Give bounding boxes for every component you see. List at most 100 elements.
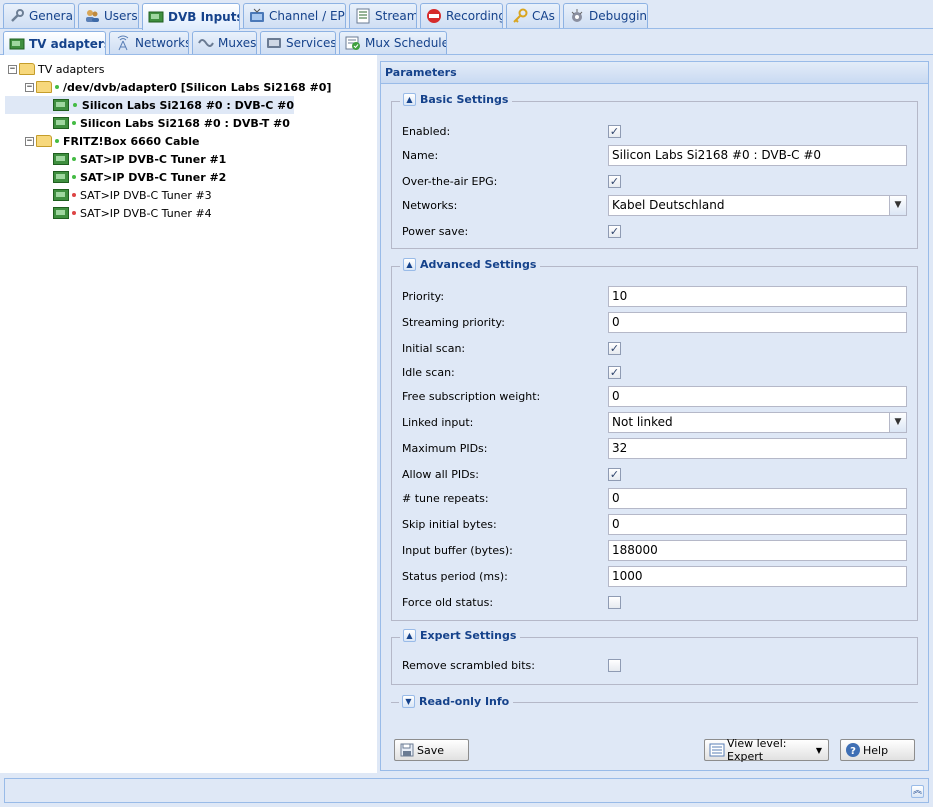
row-force-old-status: Force old status: — [402, 591, 907, 613]
tab-services[interactable]: Services — [260, 31, 336, 54]
row-power-save: Power save: ✓ — [402, 220, 907, 242]
field-label: Input buffer (bytes): — [402, 543, 513, 557]
linked-input-select[interactable]: Not linked ▼ — [608, 411, 907, 433]
status-dot-icon — [55, 85, 59, 89]
tab-mux-schedulers[interactable]: Mux Schedulers — [339, 31, 447, 54]
tab-label: Stream — [375, 9, 417, 23]
tab-tv-adapters[interactable]: TV adapters — [3, 31, 106, 55]
help-icon: ? — [846, 743, 860, 757]
main-tab-bar: General Users DVB Inputs Channel / EPG S… — [0, 0, 933, 30]
tree-node-satip1[interactable]: SAT>IP DVB-C Tuner #1 — [53, 150, 226, 168]
enabled-checkbox[interactable]: ✓ — [608, 124, 621, 138]
tree-node-adapter0[interactable]: − /dev/dvb/adapter0 [Silicon Labs Si2168… — [25, 78, 331, 96]
save-button[interactable]: Save — [394, 739, 469, 761]
status-dot-icon — [55, 139, 59, 143]
input-buffer-input[interactable]: 188000 — [608, 539, 907, 561]
tab-stream[interactable]: Stream — [349, 3, 417, 28]
row-linked-input: Linked input: Not linked ▼ — [402, 411, 907, 433]
collapse-up-icon[interactable]: ▲ — [403, 258, 416, 271]
tab-label: Services — [286, 36, 336, 50]
status-dot-icon — [72, 211, 76, 215]
row-initial-scan: Initial scan: ✓ — [402, 337, 907, 359]
tab-debugging[interactable]: Debugging — [563, 3, 648, 28]
tab-dvb-inputs[interactable]: DVB Inputs — [142, 3, 240, 30]
collapse-toggle-icon[interactable]: − — [25, 82, 34, 92]
field-label: Name: — [402, 148, 439, 162]
tv-card-icon — [53, 153, 69, 165]
status-dot-icon — [72, 121, 76, 125]
tab-users[interactable]: Users — [78, 3, 139, 28]
power-save-checkbox[interactable]: ✓ — [608, 224, 621, 238]
row-networks: Networks: Kabel Deutschland ▼ — [402, 194, 907, 216]
panel-title: Parameters — [381, 62, 928, 84]
force-old-status-checkbox[interactable] — [608, 595, 621, 609]
allow-all-pids-checkbox[interactable]: ✓ — [608, 467, 621, 481]
tree-root[interactable]: − TV adapters — [8, 60, 105, 78]
tree-node-dvbc0[interactable]: Silicon Labs Si2168 #0 : DVB-C #0 — [5, 96, 294, 114]
help-button[interactable]: ? Help — [840, 739, 915, 761]
tab-general[interactable]: General — [3, 3, 75, 28]
row-idle-scan: Idle scan: ✓ — [402, 361, 907, 383]
rec-icon — [427, 9, 441, 23]
select-value: Kabel Deutschland — [612, 198, 725, 212]
adapter-tree: − TV adapters − /dev/dvb/adapter0 [Silic… — [0, 55, 377, 773]
tab-channel-epg[interactable]: Channel / EPG — [243, 3, 346, 28]
tab-label: Mux Schedulers — [365, 36, 446, 50]
legend-label: Advanced Settings — [420, 258, 537, 271]
row-allow-all-pids: Allow all PIDs: ✓ — [402, 463, 907, 485]
tab-label: TV adapters — [29, 36, 106, 51]
users-icon — [86, 10, 99, 22]
view-list-icon — [709, 743, 725, 757]
status-period-input[interactable]: 1000 — [608, 565, 907, 587]
tree-node-fritzbox[interactable]: − FRITZ!Box 6660 Cable — [25, 132, 200, 150]
tree-node-satip4[interactable]: SAT>IP DVB-C Tuner #4 — [53, 204, 212, 222]
priority-input[interactable]: 10 — [608, 285, 907, 307]
row-streaming-priority: Streaming priority: 0 — [402, 311, 907, 333]
collapse-toggle-icon[interactable]: − — [8, 64, 17, 74]
tree-node-satip2[interactable]: SAT>IP DVB-C Tuner #2 — [53, 168, 226, 186]
idle-scan-checkbox[interactable]: ✓ — [608, 365, 621, 379]
streaming-priority-input[interactable]: 0 — [608, 311, 907, 333]
view-level-button[interactable]: View level: Expert ▼ — [704, 737, 829, 763]
max-pids-input[interactable]: 32 — [608, 437, 907, 459]
remove-scrambled-checkbox[interactable] — [608, 658, 621, 672]
chevron-down-icon[interactable]: ▼ — [889, 412, 906, 432]
skip-initial-bytes-input[interactable]: 0 — [608, 513, 907, 535]
tab-recording[interactable]: Recording — [420, 3, 503, 28]
tree-node-dvbt0[interactable]: Silicon Labs Si2168 #0 : DVB-T #0 — [53, 114, 290, 132]
collapse-toggle-icon[interactable]: − — [25, 136, 34, 146]
tab-cas[interactable]: CAs — [506, 3, 560, 28]
epg-checkbox[interactable]: ✓ — [608, 174, 621, 188]
row-enabled: Enabled: ✓ — [402, 120, 907, 142]
folder-icon — [36, 135, 52, 147]
name-input[interactable]: Silicon Labs Si2168 #0 : DVB-C #0 — [608, 144, 907, 166]
tv-card-icon — [53, 207, 69, 219]
row-remove-scrambled: Remove scrambled bits: — [402, 654, 907, 676]
collapse-up-icon[interactable]: ▲ — [403, 629, 416, 642]
field-label: Remove scrambled bits: — [402, 658, 535, 672]
button-label: Help — [863, 743, 889, 757]
field-label: Free subscription weight: — [402, 389, 541, 403]
stream-icon — [356, 8, 370, 24]
expand-down-icon[interactable]: ▼ — [402, 695, 415, 708]
advanced-settings-legend: ▲ Advanced Settings — [400, 258, 541, 271]
field-label: Force old status: — [402, 595, 494, 609]
free-subscription-input[interactable]: 0 — [608, 385, 907, 407]
tv-card-icon — [53, 171, 69, 183]
chevron-down-icon[interactable]: ▼ — [889, 195, 906, 215]
field-label: Priority: — [402, 289, 445, 303]
row-name: Name: Silicon Labs Si2168 #0 : DVB-C #0 — [402, 144, 907, 166]
initial-scan-checkbox[interactable]: ✓ — [608, 341, 621, 355]
tab-networks[interactable]: Networks — [109, 31, 189, 54]
tree-node-satip3[interactable]: SAT>IP DVB-C Tuner #3 — [53, 186, 212, 204]
folder-icon — [19, 63, 35, 75]
collapse-up-icon[interactable]: ▲ — [403, 93, 416, 106]
networks-select[interactable]: Kabel Deutschland ▼ — [608, 194, 907, 216]
tune-repeats-input[interactable]: 0 — [608, 487, 907, 509]
field-label: Initial scan: — [402, 341, 466, 355]
expand-up-icon[interactable]: ︽ — [911, 785, 924, 798]
tv-card-icon — [53, 99, 69, 111]
field-label: Enabled: — [402, 124, 451, 138]
tab-muxes[interactable]: Muxes — [192, 31, 257, 54]
row-priority: Priority: 10 — [402, 285, 907, 307]
